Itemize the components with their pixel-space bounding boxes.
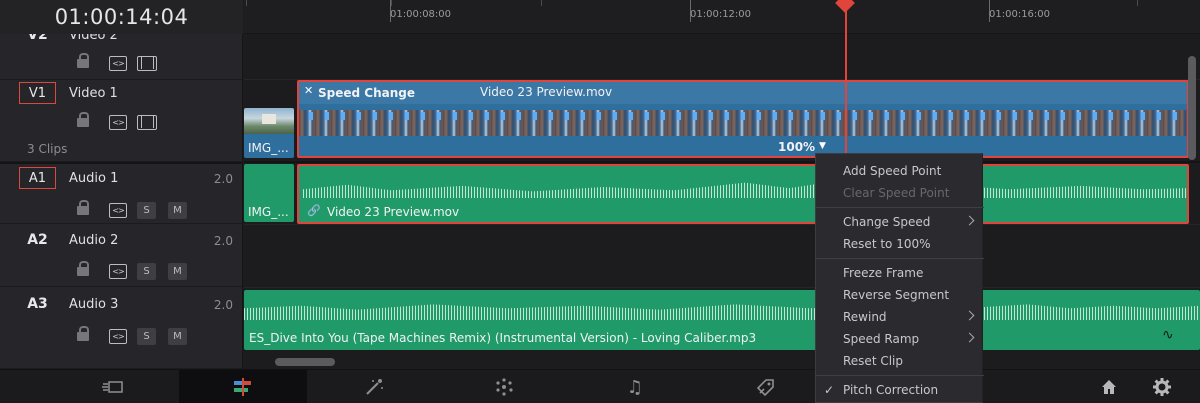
video-clip-main[interactable]: ✕ Speed Change Video 23 Preview.mov 100%… xyxy=(297,80,1189,158)
mute-button[interactable]: M xyxy=(168,328,187,345)
speed-change-label: Speed Change xyxy=(318,86,415,100)
link-icon: 🔗 xyxy=(307,204,321,217)
chevron-right-icon xyxy=(964,332,975,343)
lock-icon[interactable] xyxy=(77,112,89,128)
menu-item-rewind[interactable]: Rewind xyxy=(816,306,984,327)
deliver-page-tab[interactable] xyxy=(702,370,830,403)
track-header-v1[interactable]: V1 Video 1 <> 3 Clips xyxy=(0,80,242,162)
fusion-page-tab[interactable] xyxy=(311,370,439,403)
deliver-icon xyxy=(756,379,774,397)
ruler-label: 01:00:12:00 xyxy=(690,9,752,20)
fairlight-icon: ♫ xyxy=(626,376,644,398)
menu-item-freeze-frame[interactable]: Freeze Frame xyxy=(816,262,984,283)
ruler-label: 01:00:16:00 xyxy=(989,9,1051,20)
track-id: A2 xyxy=(27,232,48,248)
settings-icon xyxy=(1153,378,1171,396)
chevron-right-icon xyxy=(964,215,975,226)
menu-separator xyxy=(816,375,984,376)
timeline-ruler[interactable]: 01:00:08:00 01:00:12:00 01:00:16:00 xyxy=(244,0,1200,34)
fairlight-page-tab[interactable]: ♫ xyxy=(571,370,699,403)
track-name[interactable]: Audio 1 xyxy=(69,171,118,186)
fade-curve-icon[interactable]: ∿ xyxy=(1162,327,1174,343)
chevron-down-icon[interactable]: ▼ xyxy=(819,141,826,151)
close-icon[interactable]: ✕ xyxy=(304,84,313,97)
clip-count: 3 Clips xyxy=(27,142,68,156)
clip-name: IMG_... xyxy=(248,205,289,219)
track-name[interactable]: Audio 2 xyxy=(69,233,118,248)
track-id: V2 xyxy=(27,34,48,43)
menu-separator xyxy=(816,207,984,208)
track-id[interactable]: V1 xyxy=(19,82,56,104)
audio-clip-music-tail[interactable]: ∿ xyxy=(984,290,1200,350)
waveform xyxy=(303,181,1187,198)
auto-select-icon[interactable]: <> xyxy=(109,264,127,279)
menu-item-reset-to-100[interactable]: Reset to 100% xyxy=(816,233,984,254)
menu-item-pitch-correction[interactable]: ✓ Pitch Correction xyxy=(816,379,984,400)
menu-item-reset-clip[interactable]: Reset Clip xyxy=(816,350,984,371)
ruler-label: 01:00:08:00 xyxy=(390,9,452,20)
speed-percent: 100% xyxy=(778,140,816,154)
track-header-a2[interactable]: A2 Audio 2 2.0 <> S M xyxy=(0,224,242,287)
clip-name: Video 23 Preview.mov xyxy=(327,205,460,219)
menu-item-add-speed-point[interactable]: Add Speed Point xyxy=(816,160,984,181)
channel-format: 2.0 xyxy=(213,298,233,312)
auto-select-icon[interactable]: <> xyxy=(109,203,127,218)
clip-name: IMG_... xyxy=(248,141,289,155)
track-id: A3 xyxy=(27,296,48,312)
solo-button[interactable]: S xyxy=(137,328,156,345)
edit-icon xyxy=(234,378,251,396)
vertical-scrollbar[interactable] xyxy=(1188,56,1196,160)
clip-name: ES_Dive Into You (Tape Machines Remix) (… xyxy=(249,331,757,345)
cut-icon xyxy=(102,381,123,393)
track-name[interactable]: Video 1 xyxy=(69,86,118,101)
track-name[interactable]: Audio 3 xyxy=(69,297,118,312)
audio-clip-main[interactable]: 🔗 Video 23 Preview.mov xyxy=(297,164,1189,224)
video-enable-icon[interactable] xyxy=(137,115,157,130)
horizontal-scrollbar[interactable] xyxy=(275,358,335,366)
menu-item-change-speed[interactable]: Change Speed xyxy=(816,211,984,232)
solo-button[interactable]: S xyxy=(137,263,156,280)
settings-button[interactable] xyxy=(1150,370,1174,403)
video-clip-img[interactable]: IMG_... xyxy=(244,108,294,158)
edit-page-tab[interactable] xyxy=(179,370,307,403)
track-header-v2[interactable]: V2 Video 2 <> xyxy=(0,34,242,80)
cut-page-tab[interactable] xyxy=(50,370,178,403)
lock-icon[interactable] xyxy=(77,200,89,216)
auto-select-icon[interactable]: <> xyxy=(109,329,127,344)
speed-arrows xyxy=(299,112,1187,120)
menu-item-reverse-segment[interactable]: Reverse Segment xyxy=(816,284,984,305)
channel-format: 2.0 xyxy=(213,172,233,186)
menu-separator xyxy=(816,258,984,259)
mute-button[interactable]: M xyxy=(168,202,187,219)
menu-item-speed-ramp[interactable]: Speed Ramp xyxy=(816,328,984,349)
track-id[interactable]: A1 xyxy=(19,167,56,189)
auto-select-icon[interactable]: <> xyxy=(109,56,127,71)
page-navigation-bar: ♫ xyxy=(0,369,1200,403)
color-page-tab[interactable] xyxy=(440,370,568,403)
lock-icon[interactable] xyxy=(77,326,89,342)
lock-icon[interactable] xyxy=(77,53,89,69)
timeline-area[interactable]: IMG_... ✕ Speed Change Video 23 Preview.… xyxy=(244,34,1200,369)
home-icon xyxy=(1102,380,1116,394)
timecode-display: 01:00:14:04 xyxy=(0,0,243,34)
track-name[interactable]: Video 2 xyxy=(69,34,118,43)
track-headers: V2 Video 2 <> V1 Video 1 <> 3 Clips A1 A… xyxy=(0,34,243,369)
track-header-a1[interactable]: A1 Audio 1 2.0 <> S M xyxy=(0,162,242,224)
clip-name: Video 23 Preview.mov xyxy=(480,85,613,99)
color-icon xyxy=(496,378,513,396)
lock-icon[interactable] xyxy=(77,261,89,277)
mute-button[interactable]: M xyxy=(168,263,187,280)
channel-format: 2.0 xyxy=(213,234,233,248)
track-header-a3[interactable]: A3 Audio 3 2.0 <> S M xyxy=(0,287,242,369)
chevron-right-icon xyxy=(964,310,975,321)
auto-select-icon[interactable]: <> xyxy=(109,115,127,130)
menu-item-clear-speed-point: Clear Speed Point xyxy=(843,185,950,200)
audio-clip-img[interactable]: IMG_... xyxy=(244,164,294,222)
speed-context-menu: Add Speed Point Clear Speed Point Change… xyxy=(815,153,984,403)
solo-button[interactable]: S xyxy=(137,202,156,219)
checkmark-icon: ✓ xyxy=(824,382,835,397)
video-enable-icon[interactable] xyxy=(137,56,157,71)
fusion-icon xyxy=(366,379,383,395)
